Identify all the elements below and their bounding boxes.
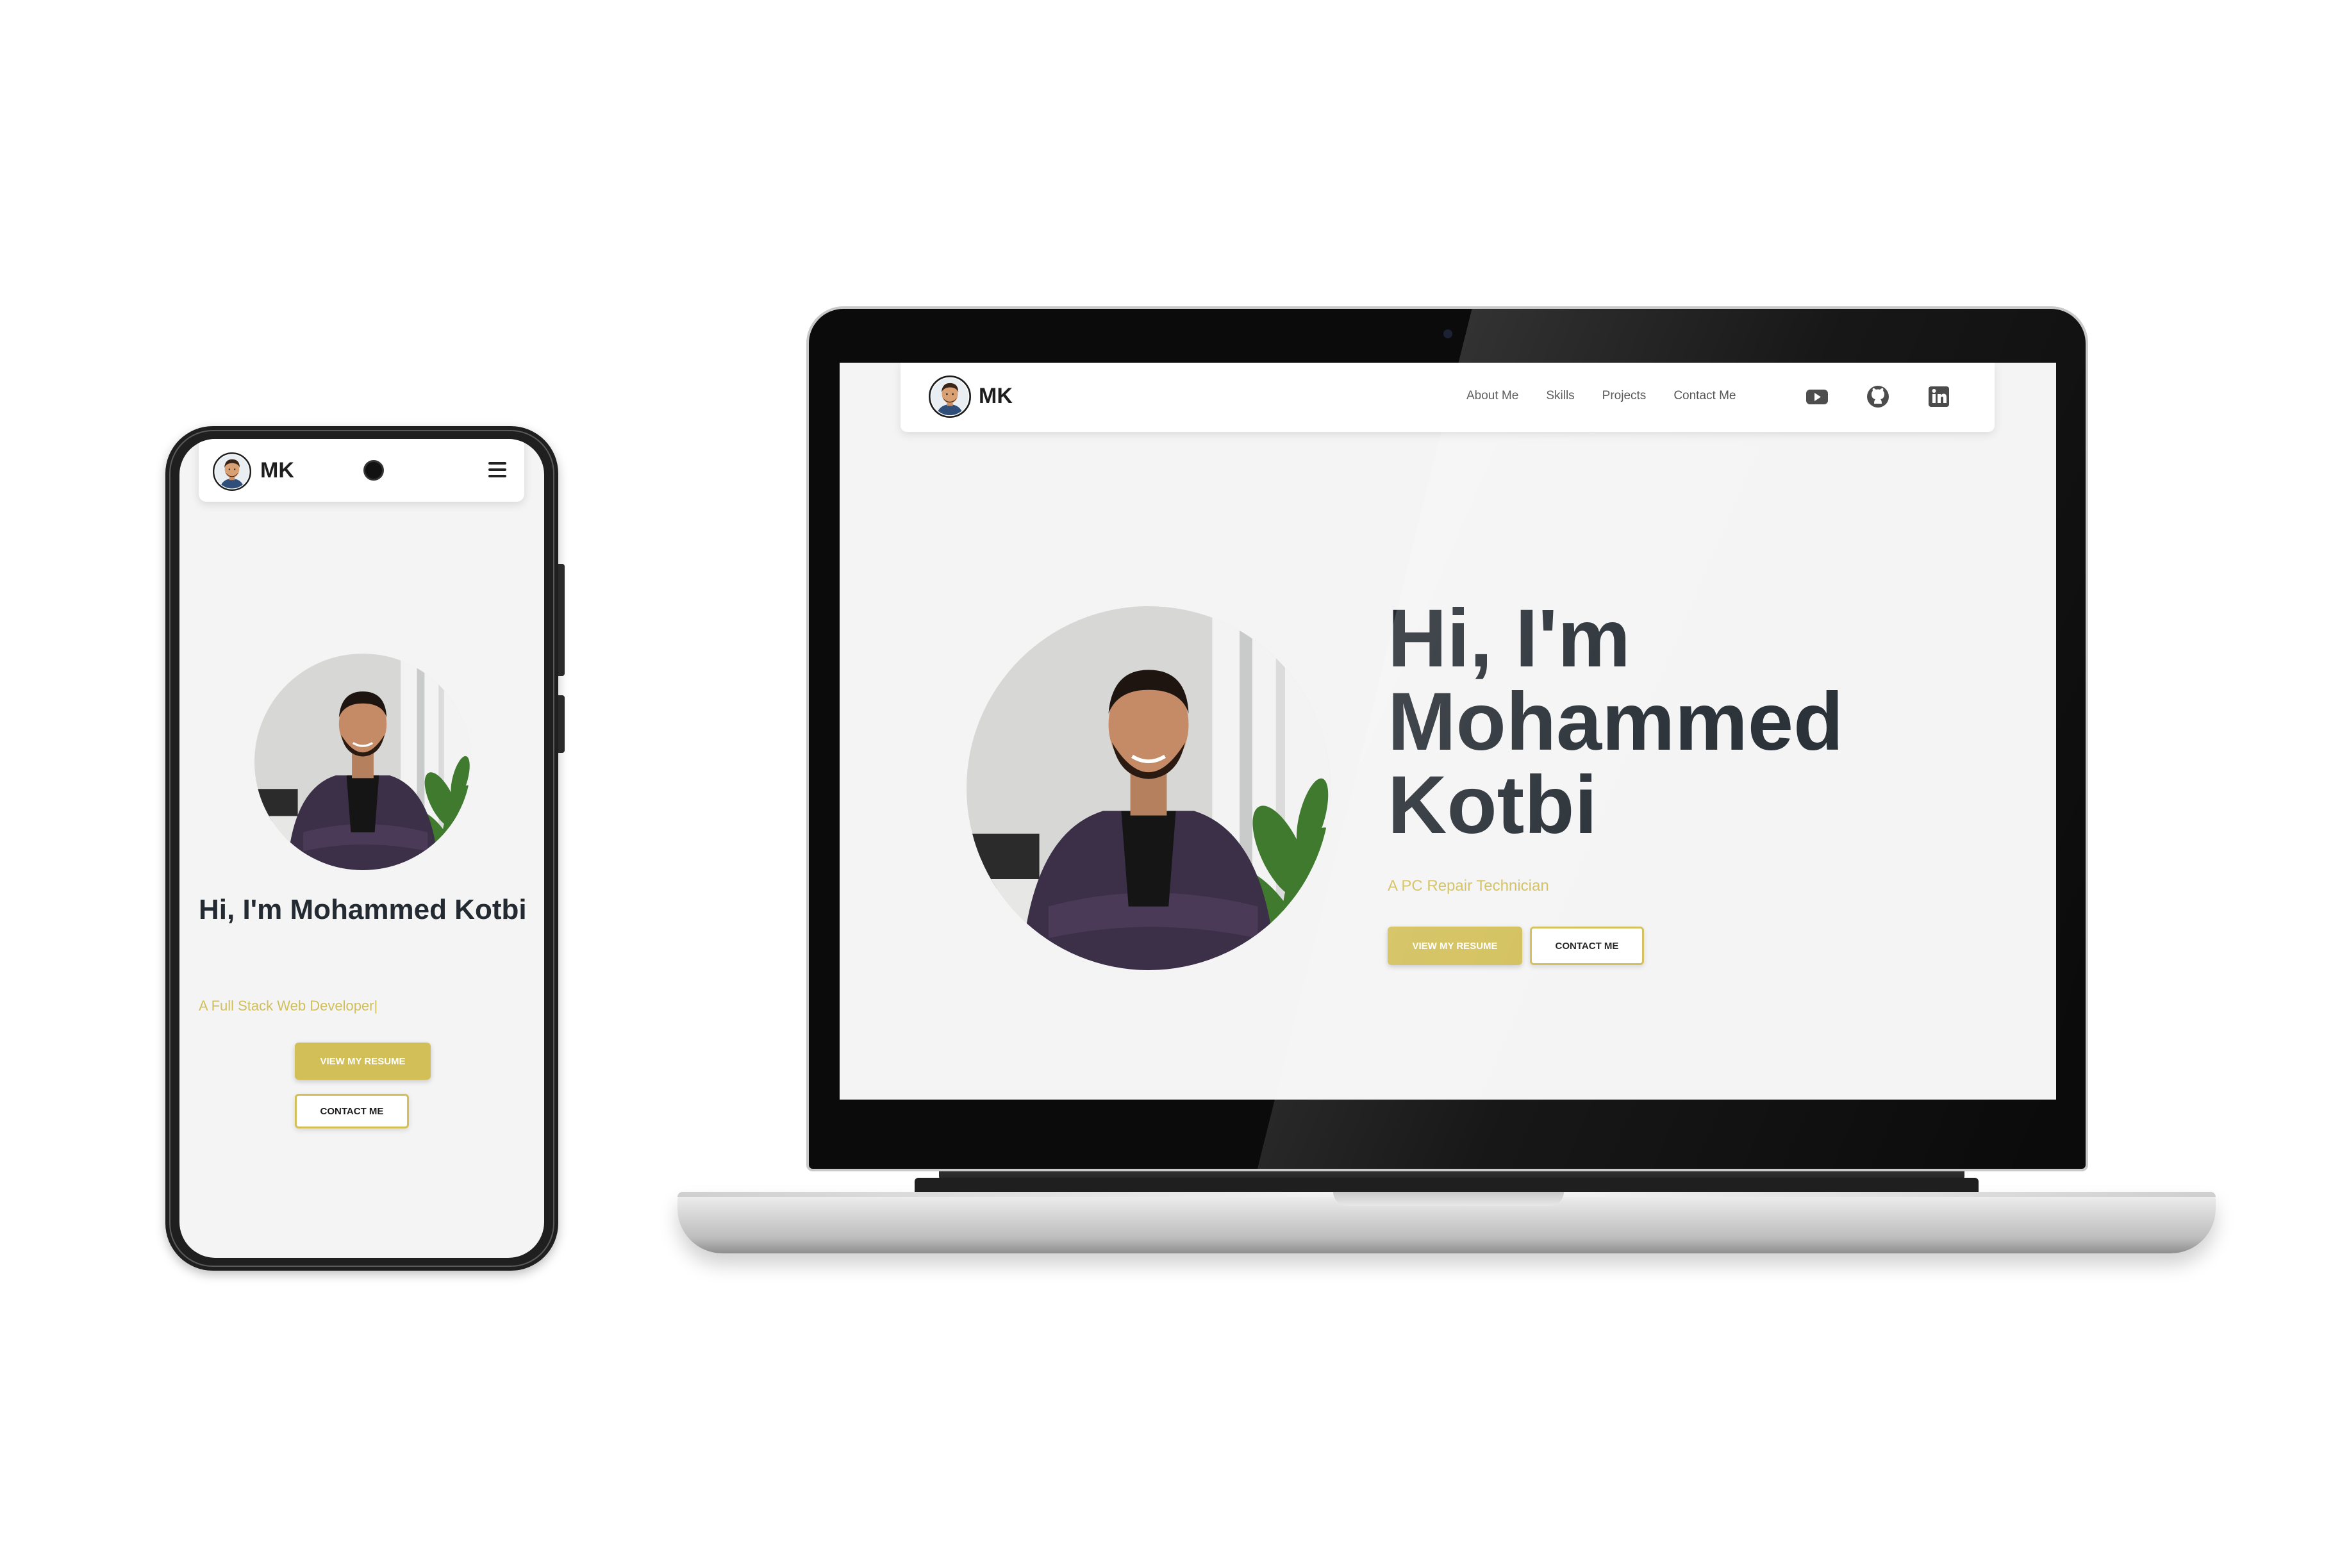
view-resume-button[interactable]: VIEW MY RESUME — [295, 1043, 431, 1080]
hero-heading: Hi, I'm Mohammed Kotbi — [1388, 597, 2029, 847]
laptop-navbar: MK About Me Skills Projects Contact Me — [901, 363, 1995, 432]
trackpad-notch — [1333, 1192, 1564, 1206]
social-links — [1804, 384, 1952, 409]
phone-mockup: MK Hi, I'm Mohammed Kotbi A Full Stack W… — [165, 426, 565, 1271]
youtube-icon[interactable] — [1804, 384, 1830, 409]
phone-power-button — [558, 695, 565, 753]
profile-photo — [967, 606, 1331, 970]
site-logo[interactable]: MK — [260, 458, 294, 483]
hero-heading-line: Hi, I'm — [1388, 593, 1631, 684]
laptop-mockup: MK About Me Skills Projects Contact Me H… — [806, 306, 2088, 1171]
hero-heading: Hi, I'm Mohammed Kotbi — [199, 894, 527, 925]
avatar-icon[interactable] — [213, 452, 251, 491]
laptop-base — [677, 1178, 2216, 1253]
nav-skills[interactable]: Skills — [1546, 389, 1574, 403]
phone-screen: MK Hi, I'm Mohammed Kotbi A Full Stack W… — [179, 439, 544, 1258]
phone-navbar: MK — [199, 439, 524, 502]
phone-camera — [363, 460, 384, 481]
nav-projects[interactable]: Projects — [1602, 389, 1647, 403]
site-logo[interactable]: MK — [979, 384, 1013, 409]
hero-heading-line: Kotbi — [1388, 759, 1597, 851]
profile-photo — [254, 654, 471, 870]
hero-heading-line: Mohammed — [1388, 676, 1844, 768]
linkedin-icon[interactable] — [1926, 384, 1952, 409]
hero-subtitle: A Full Stack Web Developer| — [199, 998, 378, 1014]
nav-links: About Me Skills Projects Contact Me — [1466, 389, 1736, 403]
nav-about-me[interactable]: About Me — [1466, 389, 1518, 403]
view-resume-button[interactable]: VIEW MY RESUME — [1388, 927, 1522, 965]
phone-volume-button — [558, 564, 565, 676]
github-icon[interactable] — [1865, 384, 1891, 409]
hamburger-menu-icon[interactable] — [488, 462, 506, 481]
nav-contact-me[interactable]: Contact Me — [1673, 389, 1736, 403]
hero-subtitle: A PC Repair Technician — [1388, 877, 1549, 895]
contact-me-button[interactable]: CONTACT ME — [1530, 927, 1644, 965]
contact-me-button[interactable]: CONTACT ME — [295, 1094, 409, 1128]
avatar-icon[interactable] — [929, 375, 971, 418]
laptop-camera — [1443, 329, 1452, 338]
laptop-screen: MK About Me Skills Projects Contact Me H… — [840, 363, 2056, 1100]
